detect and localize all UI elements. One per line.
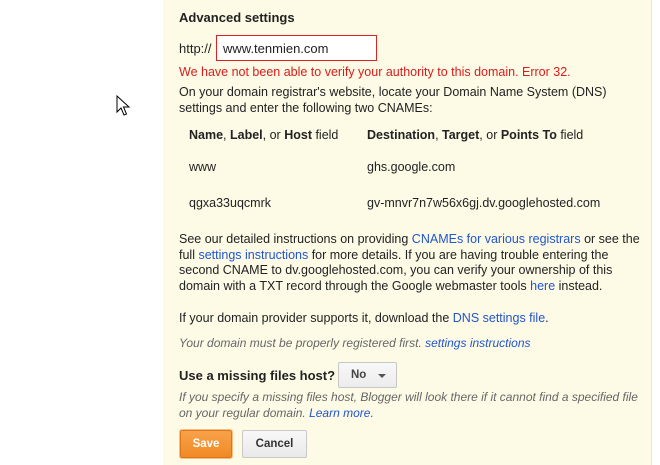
dns-settings-line: If your domain provider supports it, dow… xyxy=(179,311,549,325)
missing-host-help: If you specify a missing files host, Blo… xyxy=(179,390,638,420)
cnames-registrars-link[interactable]: CNAMEs for various registrars xyxy=(412,232,581,246)
table-row-1-name: www xyxy=(189,160,217,174)
missing-host-label: Use a missing files host? xyxy=(179,368,336,383)
dns-settings-file-link[interactable]: DNS settings file xyxy=(453,311,545,325)
table-header-destination: Destination, Target, or Points To field xyxy=(367,128,584,142)
mouse-pointer-icon xyxy=(116,95,131,116)
cancel-button[interactable]: Cancel xyxy=(242,430,307,458)
domain-input[interactable] xyxy=(216,35,377,61)
note-settings-instructions-link[interactable]: settings instructions xyxy=(425,336,530,350)
learn-more-link[interactable]: Learn more. xyxy=(309,406,374,420)
missing-host-dropdown[interactable]: No xyxy=(338,362,397,388)
cname-instructions: On your domain registrar's website, loca… xyxy=(179,85,607,115)
error-message: We have not been able to verify your aut… xyxy=(179,65,571,79)
right-border xyxy=(651,0,660,465)
missing-host-value: No xyxy=(351,369,367,381)
left-gutter xyxy=(0,0,163,465)
settings-instructions-link[interactable]: settings instructions xyxy=(198,248,308,262)
table-header-name: Name, Label, or Host field xyxy=(189,128,339,142)
table-row-1-destination: ghs.google.com xyxy=(367,160,456,174)
section-heading: Advanced settings xyxy=(179,10,295,25)
webmaster-tools-link[interactable]: here xyxy=(530,279,555,293)
chevron-down-icon xyxy=(378,374,386,378)
http-prefix: http:// xyxy=(179,41,212,56)
table-row-2-name: qgxa33uqcmrk xyxy=(189,196,271,210)
detailed-instructions: See our detailed instructions on providi… xyxy=(179,232,640,293)
registration-note: Your domain must be properly registered … xyxy=(179,336,531,350)
table-row-2-destination: gv-mnvr7n7w56x6gj.dv.googlehosted.com xyxy=(367,196,601,210)
save-button[interactable]: Save xyxy=(180,430,232,458)
domain-prefix: http:// xyxy=(179,41,212,56)
